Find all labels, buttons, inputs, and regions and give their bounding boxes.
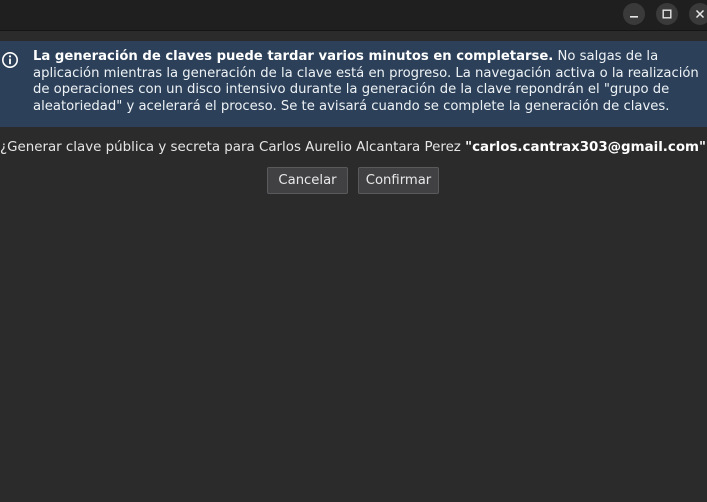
minimize-button[interactable]: [623, 3, 645, 25]
info-icon: [2, 52, 18, 68]
confirm-button[interactable]: Confirmar: [358, 167, 439, 194]
maximize-button[interactable]: [656, 3, 678, 25]
maximize-icon: [662, 9, 672, 19]
generate-key-question: ¿Generar clave pública y secreta para Ca…: [0, 139, 707, 156]
window-titlebar: [0, 0, 707, 31]
info-message: La generación de claves puede tardar var…: [33, 49, 699, 115]
question-email: "carlos.cantrax303@gmail.com": [465, 140, 706, 155]
info-message-bold: La generación de claves puede tardar var…: [33, 49, 554, 64]
close-icon: [695, 9, 705, 19]
cancel-button[interactable]: Cancelar: [267, 167, 348, 194]
close-button[interactable]: [689, 3, 707, 25]
question-prefix: ¿Generar clave pública y secreta para Ca…: [0, 140, 466, 155]
minimize-icon: [630, 16, 638, 18]
